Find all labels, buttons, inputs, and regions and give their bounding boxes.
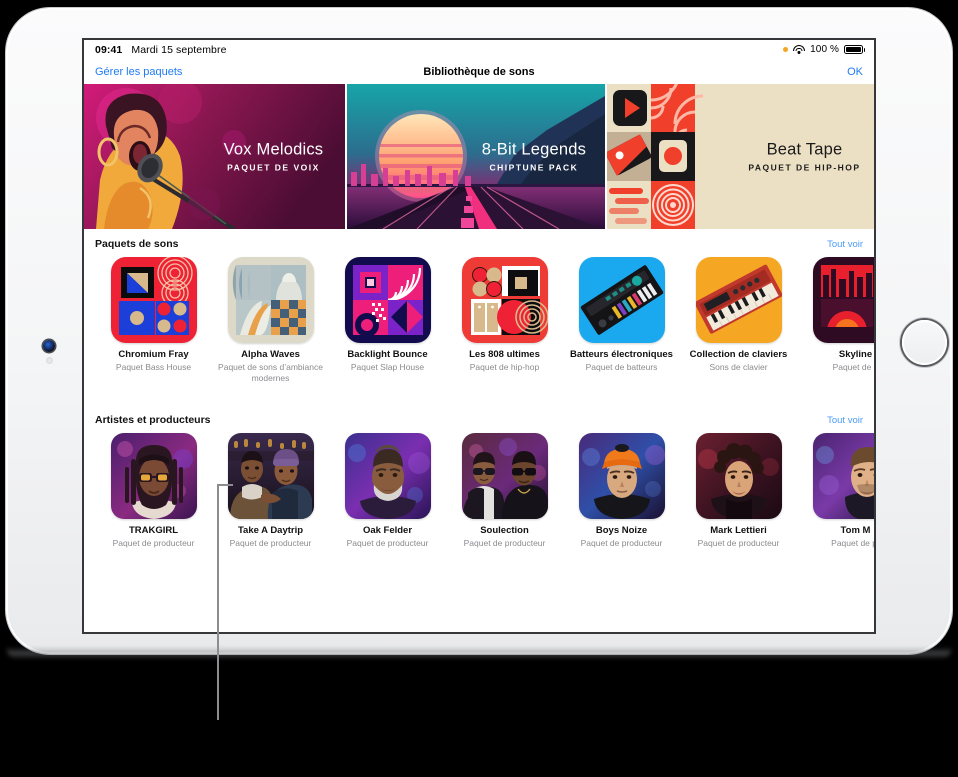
- ambient-sensor-icon: [46, 357, 53, 364]
- artist-card-mark-lettieri[interactable]: Mark Lettieri Paquet de producteur: [680, 432, 797, 549]
- pack-subtitle: Paquet de sons d’ambiance modernes: [218, 362, 323, 384]
- artist-name: Mark Lettieri: [710, 524, 767, 536]
- artist-card-oak-felder[interactable]: Oak Felder Paquet de producteur: [329, 432, 446, 549]
- artist-name: Take A Daytrip: [237, 524, 304, 536]
- pack-artwork: [344, 257, 431, 343]
- artist-subtitle: Paquet de producteur: [697, 538, 780, 549]
- artist-photo: [812, 432, 874, 519]
- banner-title: Vox Melodics: [223, 140, 324, 159]
- status-bar-left: 09:41 Mardi 15 septembre: [95, 44, 227, 56]
- section-header: Artistes et producteurs Tout voir: [95, 414, 863, 426]
- ok-button[interactable]: OK: [847, 66, 863, 78]
- artists-row[interactable]: TRAKGIRL Paquet de producteur Take A Day…: [95, 432, 874, 549]
- pack-card-batteurs-electroniques[interactable]: Batteurs électroniques Paquet de batteur…: [563, 257, 680, 384]
- pack-card-chromium-fray[interactable]: Chromium Fray Paquet Bass House: [95, 257, 212, 384]
- banner-beat-tape-text: Beat Tape PAQUET DE HIP-HOP: [735, 140, 874, 173]
- artist-subtitle: Paquet de producteur: [229, 538, 312, 549]
- section-sound-packs: Paquets de sons Tout voir Chromium Fray …: [84, 229, 874, 384]
- pack-artwork: [461, 257, 548, 343]
- screenshot-root: 09:41 Mardi 15 septembre 100 % Gérer les…: [0, 0, 958, 777]
- pack-name: Les 808 ultimes: [469, 349, 540, 360]
- pack-artwork: [110, 257, 197, 343]
- artist-name: Soulection: [480, 524, 529, 536]
- pack-subtitle: Paquet de hip-hop: [469, 362, 540, 373]
- page-title: Bibliothèque de sons: [423, 65, 535, 78]
- banner-subtitle: PAQUET DE VOIX: [227, 162, 320, 173]
- artist-name: Boys Noize: [595, 524, 648, 536]
- artist-card-boys-noize[interactable]: Boys Noize Paquet de producteur: [563, 432, 680, 549]
- banner-title: 8-Bit Legends: [481, 140, 587, 159]
- artist-photo: [344, 432, 431, 519]
- pack-subtitle: Paquet de batteurs: [585, 362, 658, 373]
- pack-name: Skyline: [838, 349, 873, 360]
- banner-vox-melodics[interactable]: Vox Melodics PAQUET DE VOIX: [84, 84, 346, 229]
- artist-photo: [227, 432, 314, 519]
- status-bar-right: 100 %: [783, 44, 866, 55]
- sound-packs-row[interactable]: Chromium Fray Paquet Bass House Alpha Wa…: [95, 257, 874, 384]
- pack-subtitle: Paquet Slap House: [350, 362, 425, 373]
- pack-name: Collection de claviers: [689, 349, 788, 360]
- home-button[interactable]: [902, 320, 947, 365]
- status-bar: 09:41 Mardi 15 septembre 100 %: [84, 40, 874, 59]
- status-date: Mardi 15 septembre: [131, 43, 227, 56]
- see-all-sound-packs-button[interactable]: Tout voir: [827, 239, 863, 250]
- navigation-bar: Gérer les paquets Bibliothèque de sons O…: [84, 59, 874, 84]
- pack-card-backlight-bounce[interactable]: Backlight Bounce Paquet Slap House: [329, 257, 446, 384]
- pack-name: Batteurs électroniques: [570, 349, 673, 360]
- artist-photo: [695, 432, 782, 519]
- pack-card-les-808-ultimes[interactable]: Les 808 ultimes Paquet de hip-hop: [446, 257, 563, 384]
- banner-beat-tape[interactable]: Beat Tape PAQUET DE HIP-HOP: [606, 84, 874, 229]
- pack-name: Chromium Fray: [118, 349, 189, 360]
- artist-card-soulection[interactable]: Soulection Paquet de producteur: [446, 432, 563, 549]
- pack-card-skyline[interactable]: Skyline Paquet de b: [797, 257, 874, 384]
- artist-subtitle: Paquet de producteur: [112, 538, 195, 549]
- banner-subtitle: CHIPTUNE PACK: [489, 162, 579, 173]
- artist-photo: [110, 432, 197, 519]
- banner-8bit-legends-text: 8-Bit Legends CHIPTUNE PACK: [463, 140, 605, 173]
- pack-artwork: [578, 257, 665, 343]
- battery-icon: [844, 44, 866, 55]
- artist-photo: [578, 432, 665, 519]
- pack-card-collection-de-claviers[interactable]: Collection de claviers Sons de clavier: [680, 257, 797, 384]
- pack-name: Alpha Waves: [241, 349, 300, 360]
- pack-card-alpha-waves[interactable]: Alpha Waves Paquet de sons d’ambiance mo…: [212, 257, 329, 384]
- device-screen: 09:41 Mardi 15 septembre 100 % Gérer les…: [84, 40, 874, 632]
- artist-photo: [461, 432, 548, 519]
- wifi-icon: [793, 45, 806, 55]
- artist-card-take-a-daytrip[interactable]: Take A Daytrip Paquet de producteur: [212, 432, 329, 549]
- artist-name: TRAKGIRL: [128, 524, 179, 536]
- featured-banners: Vox Melodics PAQUET DE VOIX 8-Bit Legend…: [84, 84, 874, 229]
- section-title: Paquets de sons: [95, 238, 179, 250]
- artist-card-tom-m[interactable]: Tom M Paquet de pr: [797, 432, 874, 549]
- pack-artwork: [812, 257, 874, 343]
- pack-artwork: [695, 257, 782, 343]
- manage-packs-button[interactable]: Gérer les paquets: [95, 66, 182, 78]
- banner-title: Beat Tape: [766, 140, 843, 159]
- see-all-artists-button[interactable]: Tout voir: [827, 415, 863, 426]
- artist-name: Oak Felder: [362, 524, 413, 536]
- orange-dot-icon: [783, 47, 789, 52]
- pack-name: Backlight Bounce: [347, 349, 428, 360]
- artist-subtitle: Paquet de pr: [831, 538, 874, 549]
- section-header: Paquets de sons Tout voir: [95, 238, 863, 250]
- pack-subtitle: Paquet Bass House: [115, 362, 192, 373]
- artist-subtitle: Paquet de producteur: [580, 538, 663, 549]
- banner-8bit-legends[interactable]: 8-Bit Legends CHIPTUNE PACK: [347, 84, 605, 229]
- banner-vox-melodics-text: Vox Melodics PAQUET DE VOIX: [202, 140, 346, 173]
- front-camera-icon: [43, 340, 55, 352]
- pack-artwork: [227, 257, 314, 343]
- section-artists-producers: Artistes et producteurs Tout voir TRAKGI…: [84, 384, 874, 549]
- banner-subtitle: PAQUET DE HIP-HOP: [748, 162, 861, 173]
- pack-subtitle: Sons de clavier: [709, 362, 768, 373]
- artist-name: Tom M: [840, 524, 871, 536]
- pack-subtitle: Paquet de b: [832, 362, 874, 373]
- artist-subtitle: Paquet de producteur: [463, 538, 546, 549]
- artist-subtitle: Paquet de producteur: [346, 538, 429, 549]
- artist-card-trakgirl[interactable]: TRAKGIRL Paquet de producteur: [95, 432, 212, 549]
- section-title: Artistes et producteurs: [95, 413, 211, 426]
- battery-percent-label: 100 %: [810, 44, 839, 55]
- status-time: 09:41: [95, 43, 123, 56]
